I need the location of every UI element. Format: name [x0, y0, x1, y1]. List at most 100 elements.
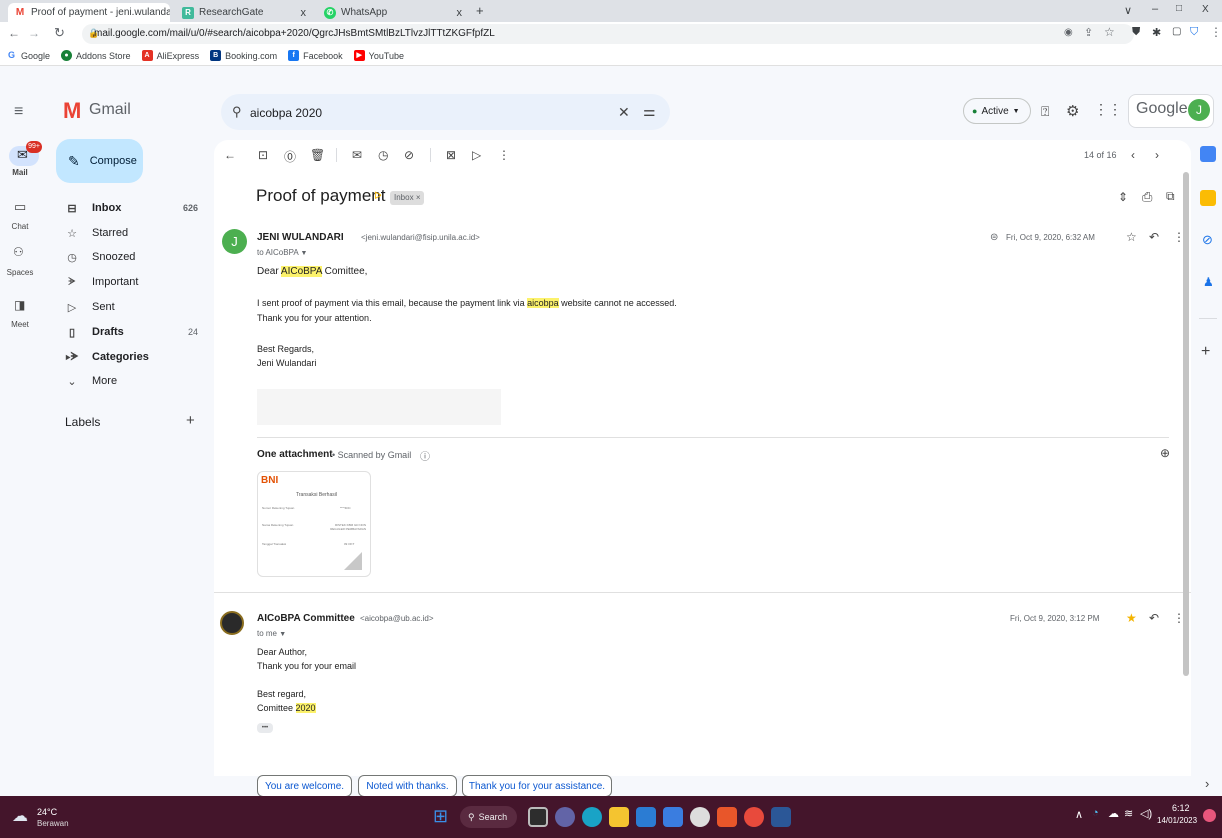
recipients[interactable]: to me ▼ — [257, 629, 286, 638]
scrollbar-thumb[interactable] — [1183, 172, 1189, 676]
star-icon[interactable]: ☆ — [1126, 230, 1137, 244]
new-window-icon[interactable]: ⧉ — [1166, 189, 1175, 204]
important-marker-icon[interactable]: ᐅ — [374, 191, 382, 202]
tab-researchgate[interactable]: R ResearchGate x — [176, 3, 312, 22]
get-addons-icon[interactable]: + — [1201, 343, 1210, 361]
sender-name[interactable]: JENI WULANDARI — [257, 232, 344, 243]
smart-reply-button[interactable]: You are welcome. — [257, 775, 352, 797]
nav-more[interactable]: ⌄ More — [56, 369, 208, 393]
print-icon[interactable]: ⎙ — [1142, 189, 1152, 205]
clear-search-icon[interactable]: ✕ — [618, 104, 630, 121]
bookmark-booking[interactable]: B Booking.com — [210, 50, 277, 61]
wifi-icon[interactable]: ≋ — [1124, 807, 1133, 820]
app-icon[interactable] — [690, 807, 710, 827]
reply-icon[interactable]: ↶ — [1149, 611, 1159, 625]
move-to-icon[interactable]: ⊠ — [446, 148, 456, 162]
rail-meet-label[interactable]: Meet — [0, 320, 40, 329]
bookmark-star-icon[interactable]: ☆ — [1104, 25, 1115, 39]
mark-unread-icon[interactable]: ✉ — [352, 148, 362, 162]
edge-browser-icon[interactable] — [582, 807, 602, 827]
chat-icon[interactable]: ▭ — [14, 199, 26, 215]
rail-spaces-label[interactable]: Spaces — [0, 268, 40, 277]
minimize-button[interactable]: – — [1152, 3, 1158, 15]
task-view-icon[interactable] — [528, 807, 548, 827]
forward-arrow-icon[interactable]: → — [28, 26, 40, 40]
clock-date[interactable]: 14/01/2023 — [1157, 816, 1197, 825]
report-spam-icon[interactable]: ⓪ — [284, 148, 296, 165]
search-input[interactable]: aicobpa 2020 — [250, 106, 322, 120]
gmail-logo-icon[interactable]: M — [63, 98, 81, 124]
onedrive-icon[interactable]: ☁ — [1108, 807, 1119, 820]
tab-whatsapp[interactable]: ✆ WhatsApp x — [318, 3, 468, 22]
smart-reply-button[interactable]: Noted with thanks. — [358, 775, 457, 797]
sender-name[interactable]: AICoBPA Committee — [257, 613, 355, 624]
bookmark-facebook[interactable]: f Facebook — [288, 50, 343, 61]
office-icon[interactable] — [717, 807, 737, 827]
meet-icon[interactable]: ◨ — [14, 298, 25, 312]
tray-app-icon[interactable]: ◔ — [1092, 807, 1099, 819]
side-panel-icon[interactable]: ▢ — [1172, 26, 1181, 37]
main-menu-icon[interactable]: ≡ — [14, 103, 23, 121]
back-to-search-icon[interactable]: ← — [224, 148, 236, 162]
committee-avatar[interactable] — [220, 611, 244, 635]
remove-label-icon[interactable]: × — [416, 193, 421, 202]
show-trimmed-button[interactable]: ••• — [257, 723, 273, 733]
reply-icon[interactable]: ↶ — [1149, 230, 1159, 244]
back-arrow-icon[interactable]: ← — [8, 26, 20, 40]
more-options-icon[interactable]: ⋮ — [498, 148, 510, 162]
settings-gear-icon[interactable]: ⚙ — [1066, 102, 1079, 120]
gmail-logo-text[interactable]: Gmail — [89, 101, 131, 119]
close-tab-icon[interactable]: x — [295, 7, 307, 19]
vpn-shield-icon[interactable]: ⛉ — [1190, 26, 1198, 39]
smart-reply-button[interactable]: Thank you for your assistance. — [462, 775, 612, 797]
nav-drafts[interactable]: ▯ Drafts 24 — [56, 320, 208, 344]
new-tab-button[interactable]: + — [476, 3, 484, 18]
notification-icon[interactable] — [1203, 809, 1216, 822]
nav-starred[interactable]: ☆ Starred — [56, 221, 208, 245]
newer-chevron-icon[interactable]: ‹ — [1131, 148, 1135, 162]
archive-icon[interactable]: ⊡ — [258, 148, 268, 162]
add-label-button[interactable]: + — [186, 412, 195, 429]
url-text[interactable]: mail.google.com/mail/u/0/#search/aicobpa… — [94, 28, 495, 39]
older-chevron-icon[interactable]: › — [1155, 148, 1159, 162]
labels-icon[interactable]: ▷ — [472, 148, 481, 162]
support-icon[interactable]: ⍰ — [1041, 103, 1049, 120]
browser-menu-icon[interactable]: ⋮ — [1210, 25, 1222, 39]
app-icon[interactable] — [663, 807, 683, 827]
close-window-button[interactable]: X — [1202, 4, 1209, 15]
clock-time[interactable]: 6:12 — [1172, 803, 1190, 813]
search-icon[interactable]: ⚲ — [232, 104, 242, 120]
rail-mail-label[interactable]: Mail — [0, 168, 40, 177]
spaces-icon[interactable]: ⚇ — [13, 245, 24, 259]
restore-button[interactable]: □ — [1176, 3, 1182, 14]
sender-avatar[interactable]: J — [222, 229, 247, 254]
attachment-thumbnail[interactable]: BNI Transaksi Berhasil Nomor Rekening Tu… — [257, 471, 371, 577]
location-icon[interactable]: ◉ — [1064, 27, 1073, 38]
info-icon[interactable]: ⓘ — [420, 448, 430, 463]
nav-categories[interactable]: ▸ᗘ Categories — [56, 345, 208, 369]
extension-shield-icon[interactable]: ⛊ — [1132, 26, 1140, 39]
add-to-tasks-icon[interactable]: ⊘ — [404, 148, 414, 162]
search-options-icon[interactable]: ⚌ — [643, 103, 656, 120]
expand-all-icon[interactable]: ⇕ — [1118, 190, 1128, 204]
nav-snoozed[interactable]: ◷ Snoozed — [56, 245, 208, 269]
compose-button[interactable]: ✎ Compose — [56, 139, 143, 183]
nav-sent[interactable]: ▷ Sent — [56, 295, 208, 319]
volume-icon[interactable]: ◁) — [1140, 807, 1152, 820]
tasks-icon[interactable]: ⊘ — [1202, 232, 1213, 248]
tab-gmail[interactable]: M Proof of payment - jeni.wulanda x — [8, 3, 170, 22]
windows-start-icon[interactable]: ⊞ — [433, 806, 448, 827]
weather-desc[interactable]: Berawan — [37, 819, 69, 828]
add-to-drive-icon[interactable]: ⊕ — [1160, 446, 1170, 460]
bookmark-youtube[interactable]: ▶ YouTube — [353, 50, 404, 61]
word-icon[interactable] — [771, 807, 791, 827]
teams-chat-icon[interactable] — [555, 807, 575, 827]
recipients[interactable]: to AICoBPA ▼ — [257, 248, 307, 257]
keep-icon[interactable] — [1200, 190, 1216, 206]
starred-icon[interactable]: ★ — [1126, 611, 1137, 625]
weather-cloud-icon[interactable]: ☁ — [12, 806, 28, 826]
extensions-puzzle-icon[interactable]: ✱ — [1152, 26, 1161, 39]
chrome-icon[interactable] — [744, 807, 764, 827]
rail-chat-label[interactable]: Chat — [0, 222, 40, 231]
file-explorer-icon[interactable] — [609, 807, 629, 827]
